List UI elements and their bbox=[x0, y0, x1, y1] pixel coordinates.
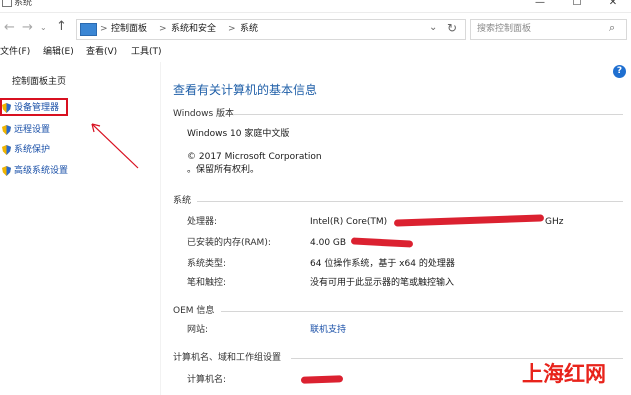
section-title-windows: Windows 版本 bbox=[173, 109, 235, 119]
search-input[interactable]: 搜索控制面板 bbox=[477, 23, 531, 35]
window-icon bbox=[2, 0, 12, 7]
menu-file[interactable]: 文件(F) bbox=[0, 46, 30, 58]
sidebar-item-label: 设备管理器 bbox=[14, 103, 60, 113]
search-icon[interactable]: ⌕ bbox=[609, 21, 615, 35]
back-arrow-icon[interactable]: ← bbox=[4, 20, 15, 35]
title-bar: 系统 — ☐ ✕ bbox=[0, 0, 631, 13]
menu-bar: 文件(F) 编辑(E) 查看(V) 工具(T) bbox=[0, 44, 631, 60]
pen-touch-label: 笔和触控: bbox=[187, 278, 227, 288]
shield-icon bbox=[2, 103, 11, 113]
windows-edition: Windows 10 家庭中文版 bbox=[187, 129, 290, 139]
pen-touch-value: 没有可用于此显示器的笔或触控输入 bbox=[310, 278, 455, 288]
annotation-arrow bbox=[91, 123, 139, 169]
search-box[interactable]: 搜索控制面板 ⌕ bbox=[470, 19, 627, 40]
menu-tools[interactable]: 工具(T) bbox=[131, 46, 162, 58]
processor-speed-unit: GHz bbox=[545, 217, 564, 227]
page-title: 查看有关计算机的基本信息 bbox=[173, 83, 318, 97]
breadcrumb-separator: > bbox=[159, 24, 167, 34]
window-title: 系统 bbox=[14, 0, 33, 8]
sidebar-item-label: 系统保护 bbox=[14, 145, 51, 155]
section-title-computer-name: 计算机名、域和工作组设置 bbox=[173, 353, 282, 363]
menu-view[interactable]: 查看(V) bbox=[86, 46, 117, 58]
section-title-oem: OEM 信息 bbox=[173, 306, 215, 316]
main-content: ? 查看有关计算机的基本信息 Windows 版本 Windows 10 家庭中… bbox=[160, 62, 631, 395]
breadcrumb-system[interactable]: 系统 bbox=[240, 23, 258, 35]
menu-edit[interactable]: 编辑(E) bbox=[43, 46, 74, 58]
breadcrumb-separator: > bbox=[100, 24, 108, 34]
maximize-button[interactable]: ☐ bbox=[562, 0, 592, 11]
redaction-mark bbox=[350, 237, 414, 248]
ram-label: 已安装的内存(RAM): bbox=[187, 238, 271, 248]
website-label: 网站: bbox=[187, 325, 209, 335]
address-dropdown-icon[interactable]: ⌄ bbox=[429, 22, 437, 33]
watermark: 上海红网 bbox=[522, 362, 606, 386]
system-type-value: 64 位操作系统，基于 x64 的处理器 bbox=[310, 259, 455, 269]
redaction-mark bbox=[393, 214, 545, 227]
minimize-button[interactable]: — bbox=[525, 0, 555, 11]
control-panel-icon bbox=[80, 23, 97, 36]
copyright-text: © 2017 Microsoft Corporation bbox=[187, 152, 322, 162]
up-arrow-icon[interactable]: ↑ bbox=[56, 19, 67, 34]
forward-arrow-icon[interactable]: → bbox=[22, 20, 33, 35]
shield-icon bbox=[2, 145, 11, 155]
shield-icon bbox=[2, 125, 11, 135]
close-button[interactable]: ✕ bbox=[598, 0, 628, 11]
system-type-label: 系统类型: bbox=[187, 259, 227, 269]
processor-label: 处理器: bbox=[187, 217, 218, 227]
shield-icon bbox=[2, 166, 11, 176]
sidebar-item-label: 高级系统设置 bbox=[14, 166, 69, 176]
online-support-link[interactable]: 联机支持 bbox=[310, 324, 346, 336]
divider bbox=[233, 114, 623, 115]
sidebar: 控制面板主页 设备管理器 远程设置 系统保护 高级系统设置 bbox=[0, 62, 160, 395]
breadcrumb-system-security[interactable]: 系统和安全 bbox=[171, 23, 216, 35]
ram-value: 4.00 GB bbox=[310, 238, 347, 248]
divider bbox=[221, 311, 623, 312]
processor-value: Intel(R) Core(TM) bbox=[310, 217, 388, 227]
redaction-mark bbox=[300, 375, 344, 384]
help-icon[interactable]: ? bbox=[613, 65, 626, 78]
section-title-system: 系统 bbox=[173, 196, 192, 206]
breadcrumb-separator: > bbox=[228, 24, 236, 34]
computer-name-label: 计算机名: bbox=[187, 375, 227, 385]
refresh-icon[interactable]: ↻ bbox=[447, 21, 457, 35]
address-bar[interactable]: > 控制面板 > 系统和安全 > 系统 ⌄ ↻ bbox=[76, 19, 466, 40]
rights-text: 。保留所有权利。 bbox=[187, 165, 260, 175]
sidebar-home-link[interactable]: 控制面板主页 bbox=[12, 76, 66, 88]
breadcrumb-control-panel[interactable]: 控制面板 bbox=[111, 23, 147, 35]
sidebar-item-label: 远程设置 bbox=[14, 125, 51, 135]
recent-dropdown-icon[interactable]: ⌄ bbox=[40, 23, 47, 32]
divider bbox=[197, 201, 623, 202]
